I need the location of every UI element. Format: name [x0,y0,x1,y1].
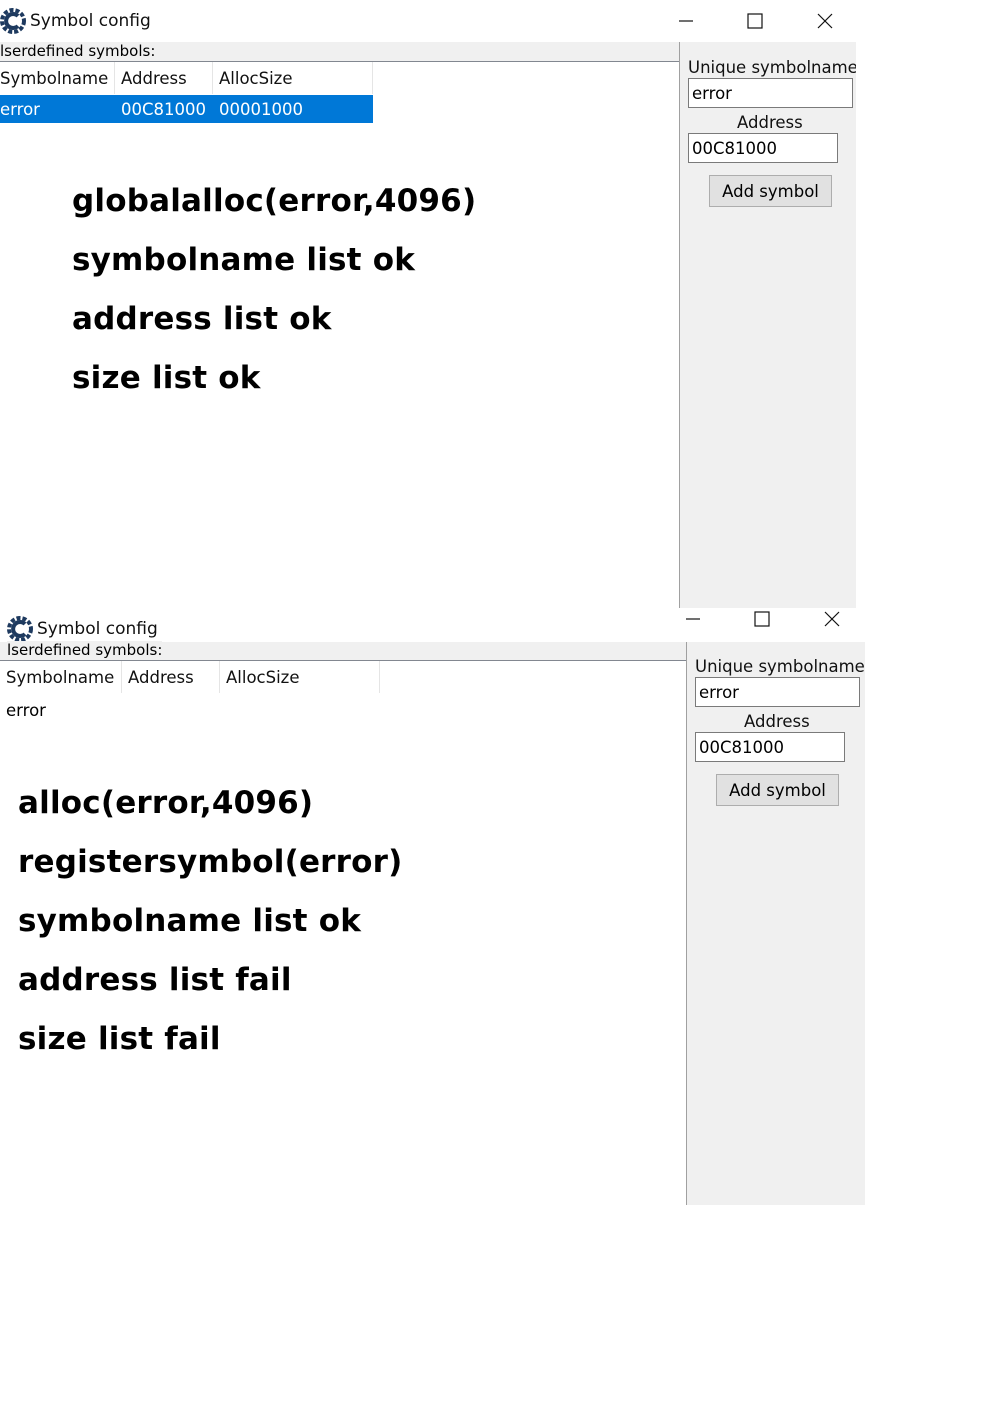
annotation-line: size list ok [72,360,261,396]
minimize-icon[interactable] [673,608,713,642]
annotation-line: globalalloc(error,4096) [72,183,477,219]
annotation-line: alloc(error,4096) [18,785,314,821]
symbol-list[interactable]: Symbolname Address AllocSize error alloc… [0,660,686,1205]
annotation-line: symbolname list ok [72,242,416,278]
maximize-icon[interactable] [742,608,782,642]
unique-symbolname-input[interactable] [695,677,860,707]
minimize-icon[interactable] [666,4,706,38]
unique-symbolname-label: Unique symbolname [695,657,865,676]
add-symbol-button[interactable]: Add symbol [716,774,839,806]
unique-symbolname-label: Unique symbolname [688,58,856,77]
cell-address [122,696,128,724]
symbol-list[interactable]: Symbolname Address AllocSize error 00C81… [0,61,679,608]
column-allocsize[interactable]: AllocSize [220,661,380,693]
unique-symbolname-input[interactable] [688,78,853,108]
cell-symbolname: error [0,100,40,119]
title-bar[interactable]: Symbol config [0,0,856,42]
annotation-line: address list fail [18,962,292,998]
column-address[interactable]: Address [122,661,220,693]
userdefined-symbols-label: lserdefined symbols: [7,641,163,659]
cheat-engine-icon [7,616,33,642]
window-title: Symbol config [37,619,158,639]
cell-address: 00C81000 [121,100,207,119]
annotation-line: registersymbol(error) [18,844,403,880]
annotation-line: symbolname list ok [18,903,362,939]
table-row[interactable]: error [0,696,380,724]
address-input[interactable] [695,732,845,762]
cell-allocsize [220,696,226,724]
address-label: Address [744,712,810,731]
column-address[interactable]: Address [115,62,213,94]
column-symbolname[interactable]: Symbolname [0,62,115,94]
symbol-edit-panel: Unique symbolname Address Add symbol [679,42,856,608]
column-allocsize[interactable]: AllocSize [213,62,373,94]
list-header: Symbolname Address AllocSize [0,62,373,94]
close-icon[interactable] [805,4,845,38]
column-symbolname[interactable]: Symbolname [0,661,122,693]
close-icon[interactable] [812,608,852,642]
cheat-engine-icon [0,8,26,34]
annotation-line: address list ok [72,301,332,337]
table-row[interactable]: error 00C81000 00001000 [0,95,373,123]
address-label: Address [737,113,803,132]
maximize-icon[interactable] [735,4,775,38]
cell-symbolname: error [6,701,46,720]
add-symbol-button[interactable]: Add symbol [709,175,832,207]
symbol-config-window-1: Symbol config lserdefined symbols: Symbo… [0,0,856,608]
symbol-config-window-2: Symbol config lserdefined symbols: Symbo… [0,608,865,1205]
symbol-edit-panel: Unique symbolname Address Add symbol [686,642,865,1205]
userdefined-symbols-label: lserdefined symbols: [0,42,156,60]
list-header: Symbolname Address AllocSize [0,661,380,693]
annotation-line: size list fail [18,1021,221,1057]
address-input[interactable] [688,133,838,163]
cell-allocsize: 00001000 [219,100,303,119]
window-title: Symbol config [30,11,151,31]
